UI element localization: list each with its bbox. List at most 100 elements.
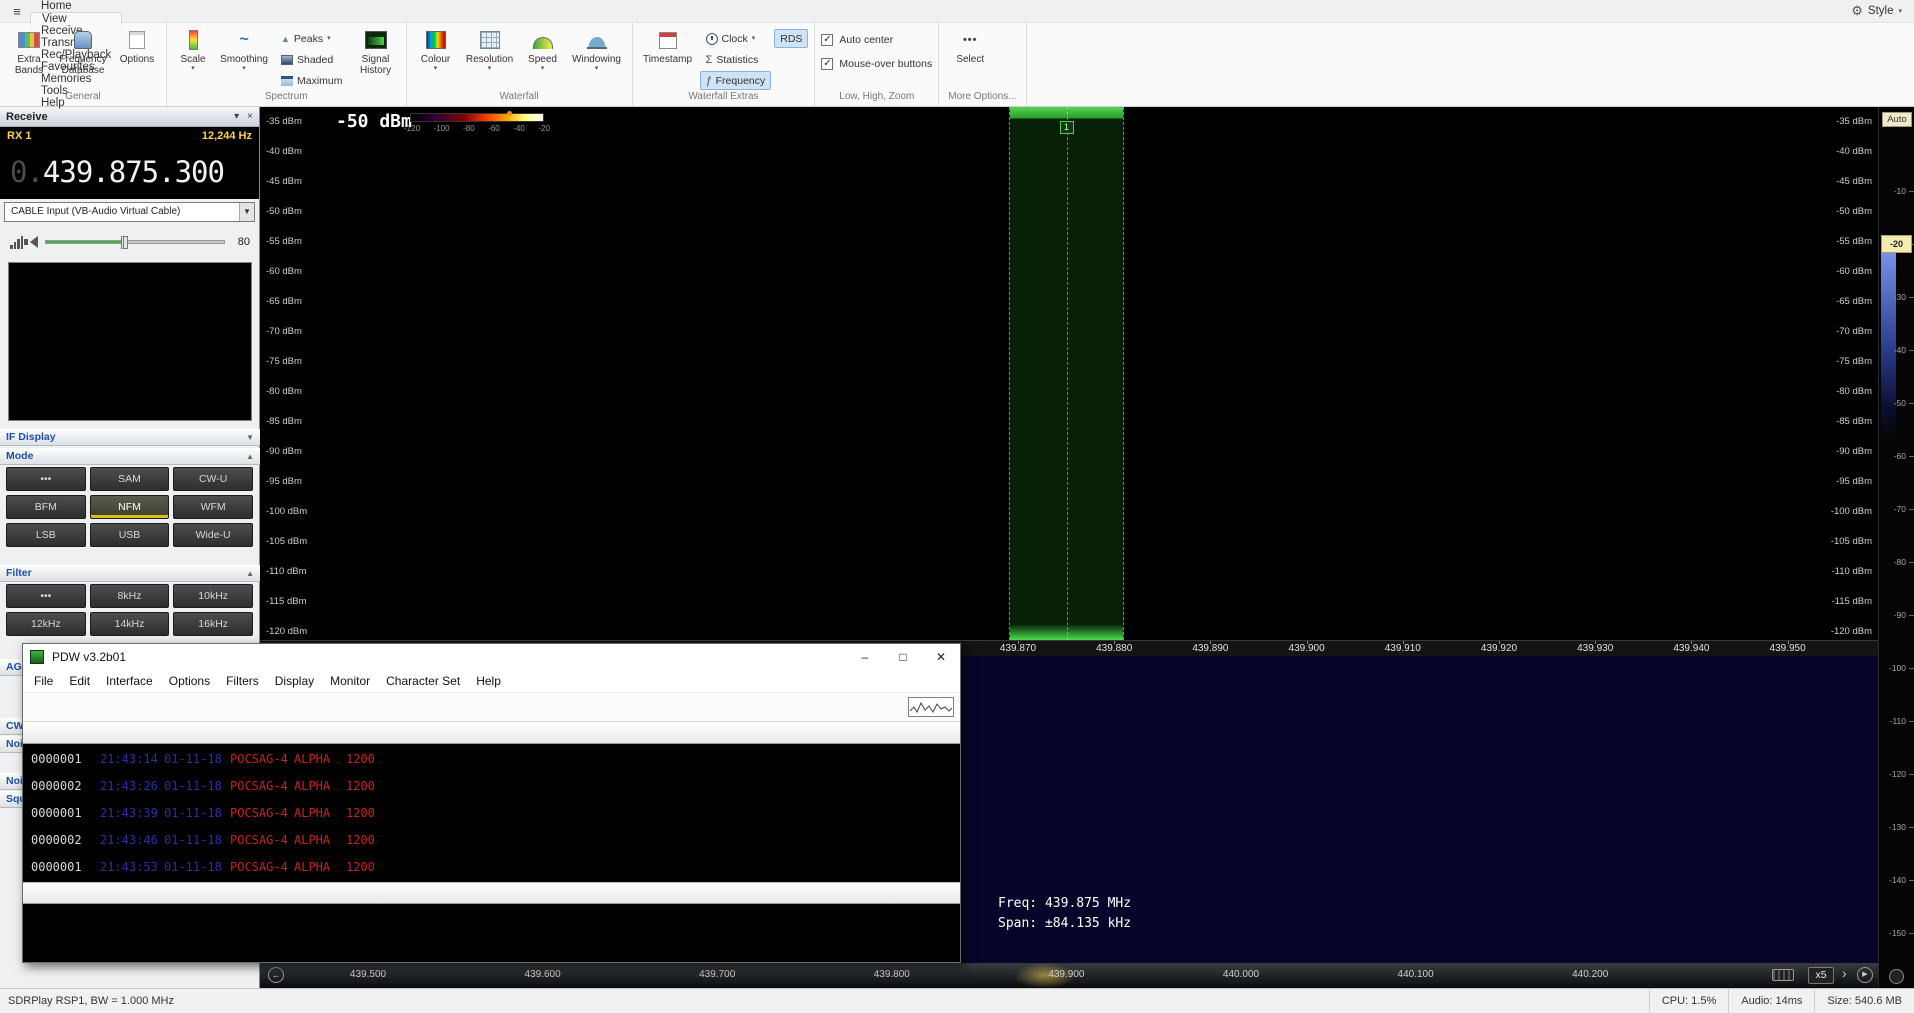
volume-slider[interactable] (45, 240, 225, 244)
rx-filter-band[interactable]: 1 (1009, 107, 1124, 640)
mouse-over-buttons-checkbox[interactable]: ✓ Mouse-over buttons (821, 53, 932, 74)
pdw-filtered-header[interactable] (23, 882, 960, 904)
speaker-icon[interactable] (30, 236, 38, 248)
tab-home[interactable]: Home (30, 0, 122, 12)
menu-item-help[interactable]: Help (468, 674, 509, 688)
arrow-left-circle-icon[interactable]: ← (268, 967, 284, 983)
mode-button-wide-u[interactable]: Wide-U (173, 523, 253, 547)
extra-bands-button[interactable]: Extra Bands (6, 25, 52, 77)
frequency-display[interactable]: 0.439.875.300 (0, 145, 259, 199)
smoothing-button[interactable]: Smoothing ▾ (216, 25, 272, 73)
keyboard-icon[interactable] (1772, 969, 1794, 981)
peaks-button[interactable]: Peaks ▾ (275, 29, 349, 48)
scale-button[interactable]: Scale ▾ (173, 25, 213, 73)
windowing-label: Windowing (572, 54, 621, 65)
mode-button-sam[interactable]: SAM (90, 467, 170, 491)
clock-button[interactable]: Clock ▾ (700, 29, 772, 48)
menu-item-interface[interactable]: Interface (98, 674, 161, 688)
mode-button-bfm[interactable]: BFM (6, 495, 86, 519)
rx-marker-badge[interactable]: 1 (1060, 121, 1074, 134)
statistics-button[interactable]: Statistics (700, 50, 772, 69)
maximum-button[interactable]: Maximum (275, 71, 349, 90)
close-icon[interactable]: × (247, 111, 253, 122)
play-circle-icon[interactable]: ▶ (1857, 967, 1873, 983)
chevron-down-icon[interactable]: ▼ (239, 203, 254, 221)
menu-item-character-set[interactable]: Character Set (378, 674, 468, 688)
speed-button[interactable]: Speed ▾ (521, 25, 565, 73)
filter-button-10khz[interactable]: 10kHz (173, 584, 253, 608)
filter-button-14khz[interactable]: 14kHz (90, 612, 170, 636)
filter-button-12khz[interactable]: 12kHz (6, 612, 86, 636)
select-button[interactable]: Select (945, 25, 995, 66)
menu-item-edit[interactable]: Edit (61, 674, 98, 688)
resolution-button[interactable]: Resolution ▾ (462, 25, 518, 73)
receive-panel-header[interactable]: Receive ▾ × (0, 107, 259, 127)
pdw-message-row[interactable]: 000000221:43:2601-11-18POCSAG-4ALPHA1200… (23, 774, 960, 801)
frequency-button[interactable]: Frequency (700, 71, 772, 90)
scale-tick-mark (1909, 562, 1914, 563)
menu-item-display[interactable]: Display (267, 674, 322, 688)
timestamp-button[interactable]: Timestamp (639, 25, 697, 66)
mode-button-grid: •••SAMCW-U BFMNFMWFM LSBUSBWide-U (6, 467, 253, 547)
options-button[interactable]: Options (114, 25, 160, 66)
mode-button-cw-u[interactable]: CW-U (173, 467, 253, 491)
zoom-x5-button[interactable]: x5 (1808, 967, 1834, 984)
spectrum-display[interactable]: -35 dBm-40 dBm-45 dBm-50 dBm-55 dBm-60 d… (260, 107, 1878, 656)
filter-button-8khz[interactable]: 8kHz (90, 584, 170, 608)
windowing-button[interactable]: Windowing ▾ (568, 25, 626, 73)
mode-button-lsb[interactable]: LSB (6, 523, 86, 547)
auto-range-button[interactable]: Auto (1882, 112, 1912, 127)
pdw-message-row[interactable]: 000000121:43:1401-11-18POCSAG-4ALPHA1200… (23, 747, 960, 774)
pdw-title-bar[interactable]: PDW v3.2b01 – □ ✕ (23, 644, 960, 670)
pdw-window[interactable]: PDW v3.2b01 – □ ✕ FileEditInterfaceOptio… (22, 643, 961, 963)
collapse-icon[interactable]: ▾ (234, 111, 239, 122)
scale-tick-label: -10 (1894, 186, 1906, 196)
pdw-monitored-header[interactable] (23, 722, 960, 744)
frequency-database-button[interactable]: Frequency Database (55, 25, 111, 77)
section-filter[interactable]: Filter ▲ (0, 565, 260, 582)
style-button[interactable]: Style ▾ (1839, 0, 1914, 22)
pdw-message-row[interactable]: 000000121:43:3901-11-18POCSAG-4ALPHA1200… (23, 801, 960, 828)
mode-button-more[interactable]: ••• (6, 467, 86, 491)
band-navigation-bar[interactable]: ← 439.500439.600439.700439.800439.900440… (260, 963, 1878, 988)
volume-slider-thumb[interactable] (121, 236, 128, 249)
scale-highlight-value[interactable]: -20 (1881, 235, 1912, 253)
app-menu-icon[interactable]: ≡ (4, 0, 30, 22)
shaded-button[interactable]: Shaded (275, 50, 349, 69)
menu-item-filters[interactable]: Filters (218, 674, 267, 688)
band-freq-label: 439.800 (874, 969, 910, 980)
menu-item-monitor[interactable]: Monitor (322, 674, 378, 688)
dbm-label-left: -120 dBm (266, 626, 307, 637)
pdw-filtered-list[interactable] (23, 904, 960, 962)
level-bars-icon[interactable] (10, 235, 23, 249)
menu-item-file[interactable]: File (26, 674, 61, 688)
menu-item-options[interactable]: Options (161, 674, 218, 688)
filter-button-more[interactable]: ••• (6, 584, 86, 608)
pdw-message-list[interactable]: 000000121:43:1401-11-18POCSAG-4ALPHA1200… (23, 744, 960, 882)
section-mode[interactable]: Mode ▲ (0, 448, 260, 465)
mode-button-wfm[interactable]: WFM (173, 495, 253, 519)
spectrum-freq-label: 439.900 (1289, 643, 1325, 654)
dbm-label-left: -45 dBm (266, 176, 302, 187)
dbm-label-right: -100 dBm (1831, 506, 1872, 517)
auto-center-checkbox[interactable]: ✓ Auto center (821, 29, 893, 50)
filter-button-16khz[interactable]: 16kHz (173, 612, 253, 636)
amplitude-scale-strip[interactable]: Auto -10-20-30-40-50-60-70-80-90-100-110… (1878, 107, 1914, 988)
maximize-button[interactable]: □ (884, 644, 922, 670)
rds-button[interactable]: RDS (774, 29, 808, 48)
close-button[interactable]: ✕ (922, 644, 960, 670)
minimize-button[interactable]: – (846, 644, 884, 670)
scale-knob-icon[interactable] (1889, 969, 1904, 984)
pdw-message-row[interactable]: 000000221:43:4601-11-18POCSAG-4ALPHA1200… (23, 828, 960, 855)
signal-history-button[interactable]: Signal History (352, 25, 400, 77)
mode-button-nfm[interactable]: NFM (90, 495, 170, 519)
audio-device-select[interactable]: CABLE Input (VB-Audio Virtual Cable) ▼ (4, 202, 255, 222)
scale-tick-label: -60 (1894, 451, 1906, 461)
mode-button-usb[interactable]: USB (90, 523, 170, 547)
section-if-display[interactable]: IF Display ▼ (0, 429, 260, 446)
pdw-message-row[interactable]: 000000121:43:5301-11-18POCSAG-4ALPHA1200… (23, 855, 960, 882)
sdr-console-app: ≡ HomeViewReceiveTransmitRec/PlaybackFav… (0, 0, 1914, 1013)
dbm-label-left: -90 dBm (266, 446, 302, 457)
colour-button[interactable]: Colour ▾ (413, 25, 459, 73)
chevron-right-icon[interactable]: › (1842, 965, 1847, 981)
